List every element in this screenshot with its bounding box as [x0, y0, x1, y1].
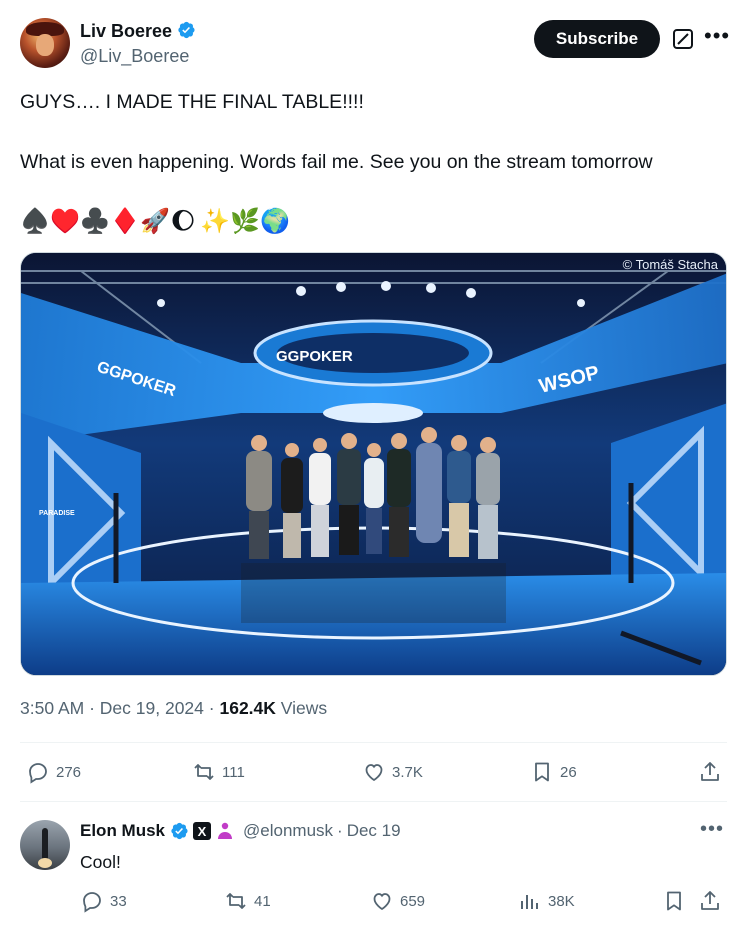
x-affiliate-badge-icon: X: [193, 822, 212, 840]
reply-more-icon[interactable]: •••: [700, 818, 724, 841]
subscribe-button[interactable]: Subscribe: [534, 20, 660, 58]
bookmark-button[interactable]: 26: [530, 760, 577, 784]
heart-emoji: ♥️: [50, 208, 80, 235]
spade-emoji: ♠️: [20, 208, 50, 235]
reply-repost-count: 41: [254, 892, 271, 910]
avatar-face: [36, 34, 54, 56]
repost-icon: [226, 893, 246, 909]
reply-views-button[interactable]: 38K: [518, 889, 575, 913]
sparkles-emoji: ✨: [200, 208, 230, 235]
tweet-date[interactable]: Dec 19, 2024: [100, 698, 204, 718]
reply-count: 276: [56, 763, 82, 781]
tweet-text-line-2: What is even happening. Words fail me. S…: [20, 151, 653, 173]
reply-author-avatar[interactable]: [20, 820, 70, 870]
reply-header: Elon Musk X @elonmusk · Dec 19: [80, 821, 401, 841]
moon-emoji: 🌔: [170, 208, 196, 235]
like-count: 3.7K: [392, 763, 423, 781]
bookmark-icon: [667, 891, 681, 911]
tweet-text-line-1: GUYS…. I MADE THE FINAL TABLE!!!!: [20, 91, 364, 113]
author-name[interactable]: Liv Boeree: [80, 20, 196, 42]
share-button[interactable]: [698, 760, 722, 784]
globe-emoji: 🌍: [260, 208, 290, 235]
reply-button[interactable]: 276: [26, 760, 81, 784]
author-avatar[interactable]: [20, 18, 70, 68]
verified-badge-icon: [171, 822, 188, 840]
meta-separator: ·: [208, 698, 215, 718]
reply-text: Cool!: [80, 852, 121, 872]
reply-reply-count: 33: [110, 892, 127, 910]
views-count: 162.4K: [219, 698, 276, 718]
reply-repost-button[interactable]: 41: [224, 889, 271, 913]
emoji-row: ♠️ ♥️ ♣️ ♦️ 🚀 🌔 ✨ 🌿 🌍: [20, 207, 290, 237]
herb-emoji: 🌿: [230, 208, 260, 235]
repost-count: 111: [222, 763, 245, 781]
gg-poker-ring-text: GGPOKER: [276, 348, 353, 365]
reply-icon: [83, 892, 101, 913]
repost-button[interactable]: 111: [192, 760, 245, 784]
bookmark-icon: [535, 762, 549, 782]
reply-bookmark-button[interactable]: [662, 889, 686, 913]
share-icon: [701, 762, 719, 781]
paradise-text: PARADISE: [39, 510, 75, 517]
reply-separator: ·: [337, 821, 343, 840]
views-label: Views: [280, 698, 328, 718]
divider: [20, 801, 727, 802]
heart-icon: [365, 764, 383, 782]
repost-icon: [194, 764, 214, 780]
like-button[interactable]: 3.7K: [362, 760, 423, 784]
reply-reply-button[interactable]: 33: [80, 889, 127, 913]
tweet-meta: 3:50 AM · Dec 19, 2024 · 162.4K Views: [20, 698, 327, 719]
photo-credit: © Tomáš Stacha: [622, 257, 718, 272]
reply-author-handle[interactable]: @elonmusk: [243, 821, 333, 841]
meta-separator: ·: [89, 698, 95, 718]
tweet-time[interactable]: 3:50 AM: [20, 698, 84, 718]
final-table-stage-image: GGPOKER GGPOKER WSOP PARADISE: [21, 253, 726, 675]
grok-icon[interactable]: [672, 28, 694, 50]
tweet-photo[interactable]: GGPOKER GGPOKER WSOP PARADISE © Tomáš St…: [20, 252, 727, 676]
views-chart-icon: [521, 895, 538, 909]
club-emoji: ♣️: [80, 208, 110, 235]
verified-badge-icon: [178, 21, 195, 39]
author-name-text: Liv Boeree: [80, 21, 173, 41]
reply-share-button[interactable]: [698, 889, 722, 913]
reply-author-name[interactable]: Elon Musk: [80, 821, 165, 841]
reply-like-count: 659: [400, 892, 426, 910]
author-handle[interactable]: @Liv_Boeree: [80, 46, 189, 67]
divider: [20, 742, 727, 743]
reply-like-button[interactable]: 659: [370, 889, 425, 913]
share-icon: [701, 891, 719, 910]
government-badge-icon: [218, 822, 233, 839]
avatar-rocket: [42, 828, 48, 862]
reply-date[interactable]: Dec 19: [347, 821, 401, 841]
reply-views-count: 38K: [548, 892, 575, 910]
heart-icon: [373, 893, 391, 911]
more-icon[interactable]: •••: [704, 25, 729, 52]
diamond-emoji: ♦️: [110, 208, 140, 235]
rocket-emoji: 🚀: [140, 208, 170, 235]
avatar-flame: [38, 858, 52, 868]
bookmark-count: 26: [560, 763, 577, 781]
reply-icon: [29, 763, 47, 784]
